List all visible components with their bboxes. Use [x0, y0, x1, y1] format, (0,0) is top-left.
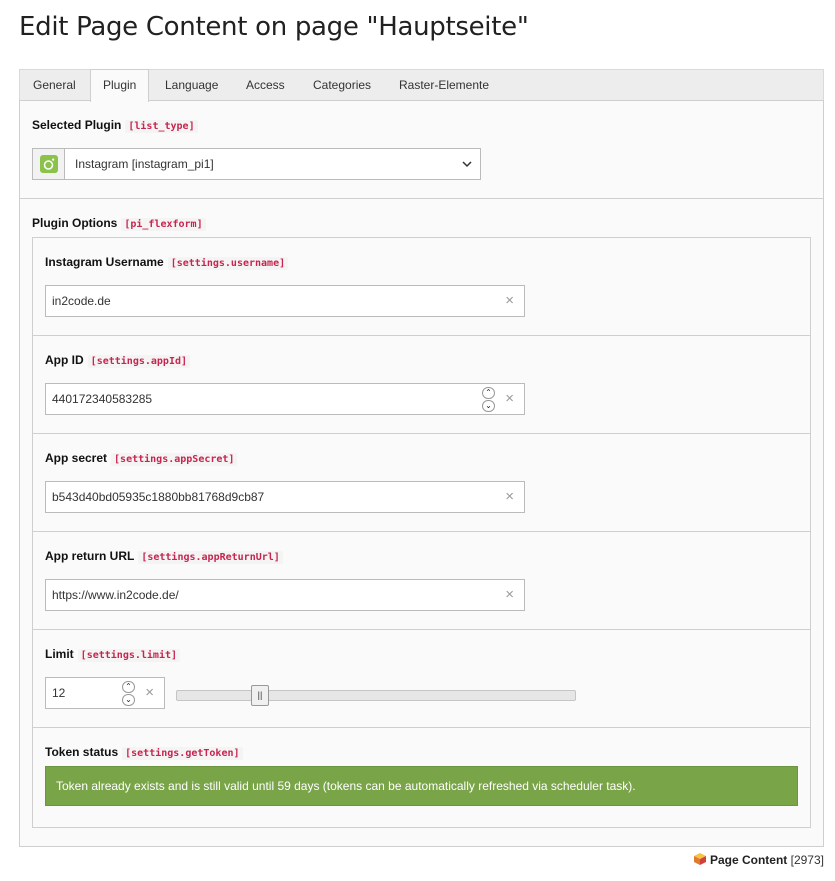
plugin-options-box: Instagram Username [settings.username] in… — [32, 237, 811, 828]
plugin-select-value: Instagram [instagram_pi1] — [75, 157, 214, 171]
field-key: [pi_flexform] — [121, 218, 206, 231]
app-secret-label: App secret [settings.appSecret] — [45, 451, 238, 466]
plugin-tab-panel: Selected Plugin [list_type] Instagram [in… — [19, 100, 824, 847]
app-return-url-input[interactable]: https://www.in2code.de/ × — [45, 579, 525, 611]
tab-general[interactable]: General — [20, 69, 89, 102]
limit-slider[interactable]: || — [176, 685, 576, 706]
record-type: Page Content — [709, 853, 788, 867]
field-divider — [33, 531, 810, 532]
slider-handle[interactable]: || — [251, 685, 269, 706]
token-status-label: Token status [settings.getToken] — [45, 745, 243, 760]
tab-access[interactable]: Access — [233, 69, 298, 102]
field-key: [list_type] — [125, 120, 198, 133]
instagram-plugin-icon — [40, 155, 58, 173]
field-key: [settings.appId] — [87, 355, 190, 368]
field-key: [settings.limit] — [77, 649, 180, 662]
record-footer: Page Content [2973] — [693, 852, 824, 867]
field-divider — [33, 433, 810, 434]
app-secret-input[interactable]: b543d40bd05935c1880bb81768d9cb87 × — [45, 481, 525, 513]
instagram-username-label: Instagram Username [settings.username] — [45, 255, 289, 270]
app-id-stepper[interactable]: ⌃ ⌄ — [482, 386, 495, 412]
record-id: [2973] — [790, 853, 824, 867]
tab-bar: General Plugin Language Access Categorie… — [19, 69, 824, 102]
plugin-options-label: Plugin Options [pi_flexform] — [32, 216, 206, 231]
field-key: [settings.username] — [167, 257, 289, 270]
tab-plugin[interactable]: Plugin — [90, 69, 150, 102]
clear-icon[interactable]: × — [505, 489, 514, 505]
section-divider — [20, 198, 823, 199]
limit-slider-wrap: || — [33, 677, 633, 709]
token-status-alert: Token already exists and is still valid … — [45, 766, 798, 806]
selected-plugin-label: Selected Plugin [list_type] — [32, 118, 198, 133]
clear-icon[interactable]: × — [505, 391, 514, 407]
app-id-label: App ID [settings.appId] — [45, 353, 190, 368]
tab-raster-elemente[interactable]: Raster-Elemente — [386, 69, 502, 102]
plugin-select[interactable]: Instagram [instagram_pi1] — [32, 148, 481, 180]
tab-categories[interactable]: Categories — [300, 69, 384, 102]
field-divider — [33, 335, 810, 336]
spin-up-icon[interactable]: ⌃ — [482, 387, 495, 399]
plugin-icon-box — [33, 149, 65, 179]
field-divider — [33, 629, 810, 630]
content-cube-icon — [693, 853, 706, 865]
tab-language[interactable]: Language — [152, 69, 231, 102]
field-key: [settings.appSecret] — [111, 453, 238, 466]
clear-icon[interactable]: × — [505, 293, 514, 309]
field-key: [settings.appReturnUrl] — [138, 551, 283, 564]
app-id-input[interactable]: 440172340583285 ⌃ ⌄ × — [45, 383, 525, 415]
field-key: [settings.getToken] — [122, 747, 243, 760]
instagram-username-input[interactable]: in2code.de × — [45, 285, 525, 317]
app-return-url-label: App return URL [settings.appReturnUrl] — [45, 549, 283, 564]
page-title: Edit Page Content on page "Hauptseite" — [19, 12, 529, 42]
spin-down-icon[interactable]: ⌄ — [482, 400, 495, 412]
clear-icon[interactable]: × — [505, 587, 514, 603]
limit-label: Limit [settings.limit] — [45, 647, 180, 662]
field-divider — [33, 727, 810, 728]
chevron-down-icon — [462, 161, 472, 168]
